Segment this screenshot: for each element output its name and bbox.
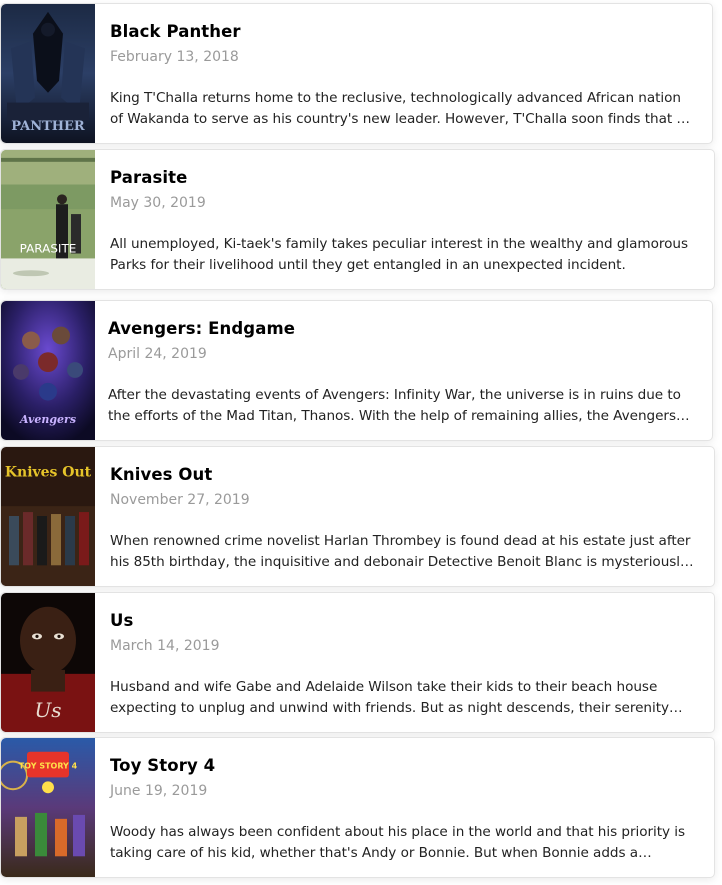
black-panther-poster[interactable]: PANTHER	[1, 4, 95, 143]
movie-overview: King T'Challa returns home to the reclus…	[110, 90, 694, 127]
movie-overview: Woody has always been confident about hi…	[110, 824, 686, 861]
release-date: November 27, 2019	[110, 492, 250, 508]
movie-card[interactable]: Us Us March 14, 2019 Husband and wife Ga…	[0, 592, 715, 733]
movie-card[interactable]: PARASITE Parasite May 30, 2019 All unemp…	[0, 149, 715, 290]
movie-overview: All unemployed, Ki-taek's family takes p…	[110, 236, 688, 273]
movie-title[interactable]: Parasite	[110, 168, 187, 187]
toy-story-4-poster[interactable]: TOY STORY 4	[1, 738, 95, 877]
release-date: May 30, 2019	[110, 195, 206, 211]
svg-text:Knives Out: Knives Out	[5, 465, 92, 481]
movie-card[interactable]: Avengers Avengers: Endgame April 24, 201…	[0, 300, 713, 441]
release-date: February 13, 2018	[110, 49, 239, 65]
avengers-endgame-poster[interactable]: Avengers	[1, 301, 95, 440]
movie-overview: When renowned crime novelist Harlan Thro…	[110, 533, 691, 570]
movie-info: Knives Out November 27, 2019 When renown…	[110, 447, 700, 586]
svg-text:Avengers: Avengers	[19, 413, 76, 426]
movie-info: Toy Story 4 June 19, 2019 Woody has alwa…	[110, 738, 700, 877]
release-date: June 19, 2019	[110, 783, 208, 799]
svg-text:Us: Us	[34, 699, 61, 722]
release-date: March 14, 2019	[110, 638, 220, 654]
svg-text:TOY STORY 4: TOY STORY 4	[19, 762, 78, 771]
svg-text:PANTHER: PANTHER	[11, 119, 85, 134]
movie-title[interactable]: Avengers: Endgame	[108, 319, 295, 338]
movie-info: Parasite May 30, 2019 All unemployed, Ki…	[110, 150, 700, 289]
movie-card[interactable]: TOY STORY 4 Toy Story 4 June 19, 2019 Wo…	[0, 737, 715, 878]
movie-overview: After the devastating events of Avengers…	[108, 387, 681, 424]
svg-text:PARASITE: PARASITE	[20, 242, 77, 256]
movie-title[interactable]: Knives Out	[110, 465, 212, 484]
movie-title[interactable]: Us	[110, 611, 133, 630]
movie-info: Black Panther February 13, 2018 King T'C…	[110, 4, 698, 143]
movie-card[interactable]: Knives Out Knives Out November 27, 2019 …	[0, 446, 715, 587]
knives-out-poster[interactable]: Knives Out	[1, 447, 95, 586]
parasite-poster[interactable]: PARASITE	[1, 150, 95, 289]
movie-info: Avengers: Endgame April 24, 2019 After t…	[108, 301, 698, 440]
release-date: April 24, 2019	[108, 346, 207, 362]
movie-list: PANTHER Black Panther February 13, 2018 …	[0, 0, 722, 885]
movie-card[interactable]: PANTHER Black Panther February 13, 2018 …	[0, 3, 713, 144]
us-poster[interactable]: Us	[1, 593, 95, 732]
movie-info: Us March 14, 2019 Husband and wife Gabe …	[110, 593, 700, 732]
movie-overview: Husband and wife Gabe and Adelaide Wilso…	[110, 679, 669, 716]
movie-title[interactable]: Toy Story 4	[110, 756, 215, 775]
movie-title[interactable]: Black Panther	[110, 22, 241, 41]
